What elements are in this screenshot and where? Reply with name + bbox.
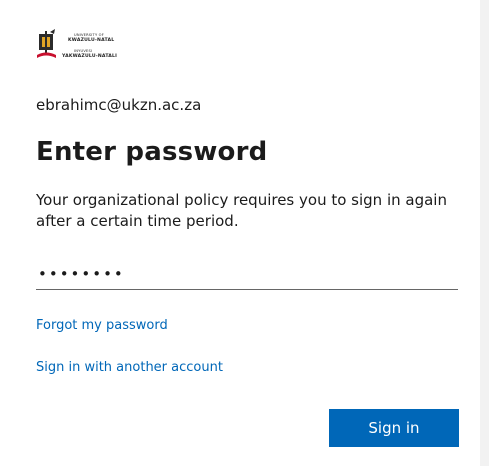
account-email: ebrahimc@ukzn.ac.za — [36, 96, 202, 114]
policy-message: Your organizational policy requires you … — [36, 191, 447, 230]
logo-line-4: YAKWAZULU-NATALI — [62, 54, 118, 59]
university-logo: UNIVERSITY OF KWAZULU-NATAL INYUVESI YAK… — [36, 28, 146, 64]
password-field[interactable] — [36, 258, 458, 290]
logo-line-2: KWAZULU-NATAL — [68, 38, 115, 43]
page-title: Enter password — [36, 137, 268, 167]
sign-in-card: UNIVERSITY OF KWAZULU-NATAL INYUVESI YAK… — [0, 0, 480, 466]
another-account-link[interactable]: Sign in with another account — [36, 360, 223, 375]
logo-crest-icon — [37, 29, 56, 58]
forgot-password-link[interactable]: Forgot my password — [36, 318, 168, 333]
logo-wordmark: UNIVERSITY OF KWAZULU-NATAL INYUVESI YAK… — [60, 28, 150, 64]
sign-in-button[interactable]: Sign in — [329, 409, 459, 447]
